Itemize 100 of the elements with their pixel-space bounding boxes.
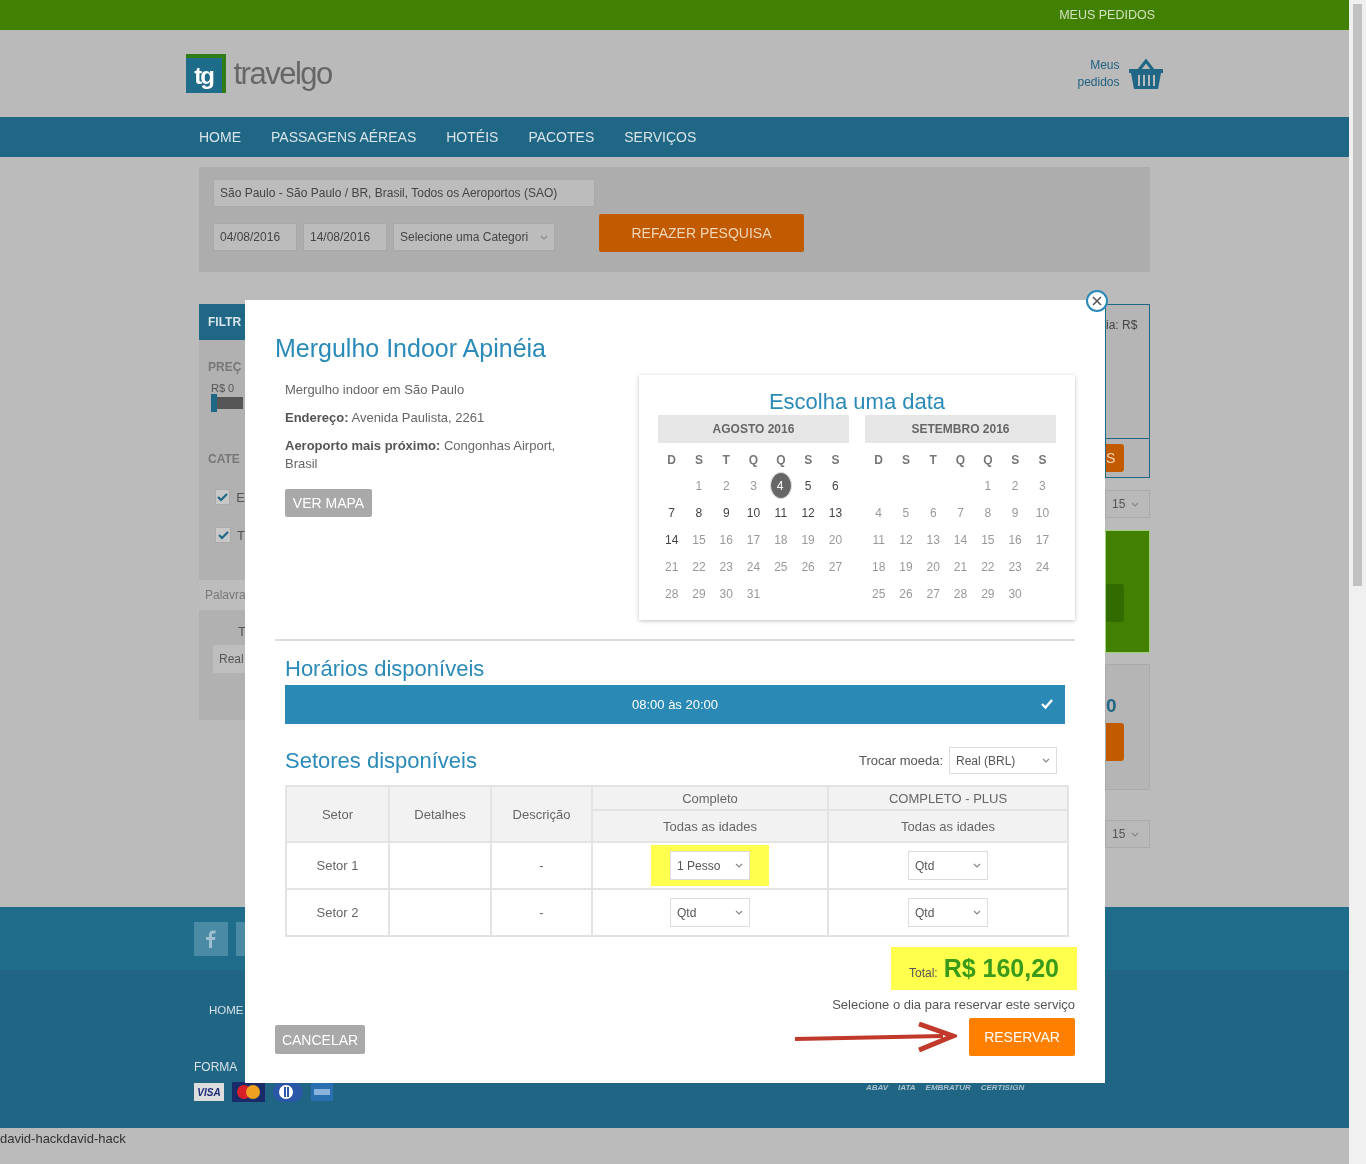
- nav-link[interactable]: PACOTES: [528, 129, 595, 145]
- calendar-day[interactable]: 4: [867, 501, 890, 524]
- calendar-day[interactable]: 6: [824, 474, 847, 497]
- calendar-day[interactable]: 30: [1004, 582, 1027, 605]
- calendar-day[interactable]: 3: [742, 474, 765, 497]
- keyword-field[interactable]: Palavra: [199, 580, 245, 610]
- social-icon[interactable]: [236, 921, 245, 956]
- nav-link[interactable]: HOTÉIS: [446, 129, 499, 145]
- calendar-day[interactable]: 20: [922, 555, 945, 578]
- quantity-select[interactable]: Qtd: [670, 898, 750, 927]
- calendar-day[interactable]: 17: [742, 528, 765, 551]
- footer-link[interactable]: HOME: [209, 1004, 244, 1016]
- calendar-day[interactable]: 28: [660, 582, 683, 605]
- checkbox[interactable]: [215, 489, 231, 505]
- calendar-day[interactable]: 19: [894, 555, 917, 578]
- calendar-day[interactable]: 15: [687, 528, 710, 551]
- calendar-day[interactable]: 9: [1004, 501, 1027, 524]
- calendar-day[interactable]: 15: [976, 528, 999, 551]
- calendar-day[interactable]: 2: [1004, 474, 1027, 497]
- orders-link[interactable]: MEUS PEDIDOS: [1059, 8, 1155, 22]
- calendar-day[interactable]: 28: [949, 582, 972, 605]
- calendar-day[interactable]: 17: [1031, 528, 1054, 551]
- calendar-day[interactable]: 23: [1004, 555, 1027, 578]
- category-select[interactable]: Selecione uma Categori: [393, 223, 555, 251]
- calendar-day[interactable]: 13: [922, 528, 945, 551]
- card-button[interactable]: S: [1106, 444, 1124, 472]
- calendar-day[interactable]: 7: [949, 501, 972, 524]
- currency-select[interactable]: Real: [213, 645, 245, 673]
- calendar-day[interactable]: 4: [769, 472, 792, 499]
- total-label: Total:: [908, 965, 938, 980]
- map-button[interactable]: VER MAPA: [285, 489, 372, 517]
- calendar-day[interactable]: 29: [687, 582, 710, 605]
- calendar-day[interactable]: 7: [660, 501, 683, 524]
- chevron-icon: [973, 863, 981, 868]
- calendar-day[interactable]: 10: [1031, 501, 1054, 524]
- calendar-day[interactable]: 22: [687, 555, 710, 578]
- reserve-button[interactable]: RESERVAR: [969, 1018, 1075, 1056]
- calendar-day[interactable]: 30: [715, 582, 738, 605]
- time-slot[interactable]: 08:00 às 20:00: [285, 685, 1065, 724]
- calendar-day[interactable]: 14: [949, 528, 972, 551]
- nav-link[interactable]: HOME: [199, 129, 241, 145]
- calendar-day[interactable]: 16: [715, 528, 738, 551]
- close-button[interactable]: [1086, 290, 1108, 312]
- date-field[interactable]: 14/08/2016: [303, 223, 387, 251]
- calendar-day[interactable]: 5: [797, 474, 820, 497]
- calendar-day[interactable]: 24: [1031, 555, 1054, 578]
- date-field[interactable]: 04/08/2016: [213, 223, 297, 251]
- calendar-day[interactable]: 11: [867, 528, 890, 551]
- nav-link[interactable]: SERVIÇOS: [624, 129, 697, 145]
- calendar-day[interactable]: 23: [715, 555, 738, 578]
- cancel-button[interactable]: CANCELAR: [275, 1025, 365, 1054]
- calendar-day[interactable]: 9: [715, 501, 738, 524]
- checkbox[interactable]: [215, 527, 231, 543]
- card-logo: VISA: [194, 1083, 224, 1101]
- calendar-day[interactable]: 20: [824, 528, 847, 551]
- quantity-select[interactable]: Qtd: [908, 851, 988, 880]
- calendar-day[interactable]: 2: [715, 474, 738, 497]
- calendar-day[interactable]: 3: [1031, 474, 1054, 497]
- nav-link[interactable]: PASSAGENS AÉREAS: [271, 129, 417, 145]
- search-button[interactable]: REFAZER PESQUISA: [599, 214, 804, 252]
- calendar-day[interactable]: 18: [769, 528, 792, 551]
- calendar-day[interactable]: 12: [894, 528, 917, 551]
- calendar-day[interactable]: 27: [824, 555, 847, 578]
- currency-select[interactable]: Real (BRL): [949, 747, 1057, 774]
- slider-thumb[interactable]: [211, 394, 217, 412]
- calendar-day[interactable]: 27: [922, 582, 945, 605]
- price-slider[interactable]: [211, 394, 243, 412]
- per-page-select[interactable]: 15: [1105, 490, 1150, 518]
- basket-icon[interactable]: [1127, 57, 1164, 90]
- calendar-day[interactable]: 16: [1004, 528, 1027, 551]
- calendar-day[interactable]: 19: [797, 528, 820, 551]
- quantity-select[interactable]: Qtd: [908, 898, 988, 927]
- calendar-day[interactable]: 12: [797, 501, 820, 524]
- calendar-day[interactable]: 10: [742, 501, 765, 524]
- destination-field[interactable]: São Paulo - São Paulo / BR, Brasil, Todos os Aeroportos (SAO): [213, 179, 595, 207]
- per-page-select[interactable]: 15: [1105, 820, 1150, 848]
- facebook-icon[interactable]: [194, 921, 228, 956]
- calendar-day[interactable]: 26: [797, 555, 820, 578]
- calendar-day[interactable]: 8: [687, 501, 710, 524]
- calendar-day[interactable]: 21: [660, 555, 683, 578]
- calendar-day[interactable]: 25: [769, 555, 792, 578]
- calendar-day[interactable]: 21: [949, 555, 972, 578]
- calendar-day[interactable]: 1: [976, 474, 999, 497]
- calendar-day[interactable]: 18: [867, 555, 890, 578]
- calendar-day[interactable]: 1: [687, 474, 710, 497]
- calendar-day[interactable]: 29: [976, 582, 999, 605]
- calendar-day[interactable]: 24: [742, 555, 765, 578]
- calendar-day[interactable]: 14: [660, 528, 683, 551]
- calendar-day[interactable]: 31: [742, 582, 765, 605]
- scrollbar[interactable]: [1349, 0, 1366, 1164]
- calendar-day[interactable]: 11: [769, 501, 792, 524]
- calendar-day[interactable]: 25: [867, 582, 890, 605]
- orders-link[interactable]: Meus pedidos: [1069, 56, 1120, 91]
- calendar-day[interactable]: 26: [894, 582, 917, 605]
- calendar-day[interactable]: 8: [976, 501, 999, 524]
- calendar-day[interactable]: 22: [976, 555, 999, 578]
- calendar-day[interactable]: 6: [922, 501, 945, 524]
- quantity-select[interactable]: 1 Pesso: [670, 851, 750, 880]
- calendar-day[interactable]: 13: [824, 501, 847, 524]
- calendar-day[interactable]: 5: [894, 501, 917, 524]
